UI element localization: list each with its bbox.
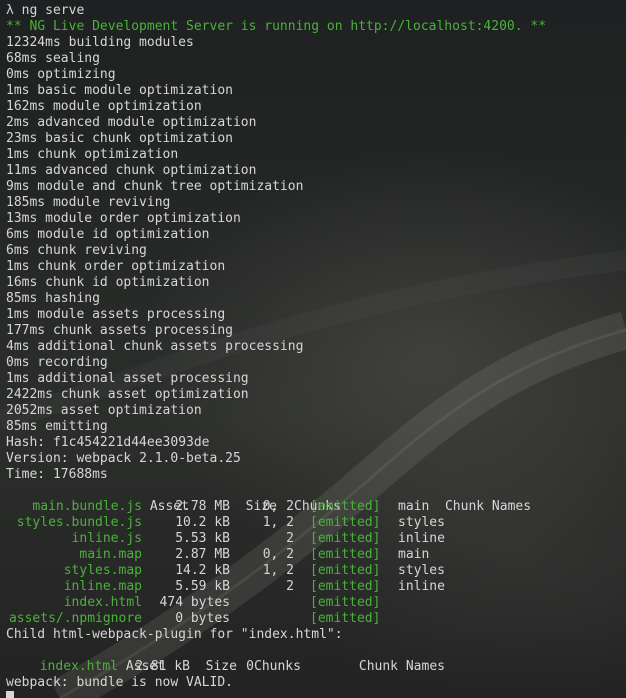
build-log-line: 185ms module reviving — [6, 195, 171, 210]
server-banner: ** NG Live Development Server is running… — [6, 19, 547, 34]
asset-name: assets/.npmignore — [8, 611, 142, 626]
asset-chunks: 2 — [286, 531, 294, 546]
emitted-status: [emitted] — [310, 515, 381, 530]
asset-name: inline.map — [63, 579, 142, 594]
build-log-line: 0ms recording — [6, 355, 108, 370]
input-line[interactable] — [6, 691, 626, 698]
build-log-line: 68ms sealing — [6, 51, 100, 66]
asset-size: 2.87 MB — [175, 547, 230, 562]
emitted-status: [emitted] — [310, 579, 381, 594]
build-log-line: 11ms advanced chunk optimization — [6, 163, 257, 178]
emitted-status: [emitted] — [310, 611, 381, 626]
asset-name: main.bundle.js — [32, 499, 142, 514]
build-log-line: 0ms optimizing — [6, 67, 116, 82]
asset-chunks: 2 — [286, 579, 294, 594]
text-cursor — [6, 691, 14, 698]
build-log-line: 162ms module optimization — [6, 99, 202, 114]
child-asset-table: index.html 2.81 kB 0 — [6, 659, 626, 675]
asset-chunks: 0, 2 — [262, 547, 294, 562]
asset-size: 10.2 kB — [175, 515, 230, 530]
emitted-status: [emitted] — [310, 547, 381, 562]
build-log-line: 177ms chunk assets processing — [6, 323, 233, 338]
asset-row: inline.map 5.59 kB 2 [emitted] inline — [6, 579, 626, 595]
build-log-line: 9ms module and chunk tree optimization — [6, 179, 304, 194]
asset-name: main.map — [79, 547, 142, 562]
asset-name: index.html — [39, 659, 118, 674]
emitted-status: [emitted] — [310, 499, 381, 514]
build-log-line: 1ms additional asset processing — [6, 371, 249, 386]
asset-chunks: 0, 2 — [262, 499, 294, 514]
command-line: λ ng serve — [6, 3, 626, 19]
terminal-output: λ ng serve ** NG Live Development Server… — [6, 3, 626, 698]
chunk-name: styles — [398, 563, 445, 578]
build-log-line: 23ms basic chunk optimization — [6, 131, 233, 146]
asset-row: styles.map 14.2 kB 1, 2 [emitted] styles — [6, 563, 626, 579]
child-table-header: Asset Size Chunks Chunk Names — [125, 659, 445, 674]
command-text: ng serve — [21, 3, 85, 18]
build-log-line: 1ms chunk optimization — [6, 147, 179, 162]
asset-row: styles.bundle.js 10.2 kB 1, 2 [emitted] styl… — [6, 515, 626, 531]
asset-size: 2.81 kB — [135, 659, 190, 674]
build-log-line: 2052ms asset optimization — [6, 403, 202, 418]
version-value: 2.1.0-beta.25 — [139, 451, 241, 466]
asset-row: main.bundle.js 2.78 MB 0, 2 [emitted] main — [6, 499, 626, 515]
build-log-line: 1ms basic module optimization — [6, 83, 233, 98]
asset-name: styles.map — [63, 563, 142, 578]
asset-size: 474 bytes — [159, 595, 230, 610]
hash-line: Hash: f1c454221d44ee3093de — [6, 435, 210, 450]
build-log-line: 1ms chunk order optimization — [6, 259, 226, 274]
chunk-name: main — [398, 547, 430, 562]
asset-size: 14.2 kB — [175, 563, 230, 578]
asset-size: 0 bytes — [175, 611, 230, 626]
chunk-name: inline — [398, 579, 445, 594]
build-log-line: 16ms chunk id optimization — [6, 275, 210, 290]
asset-chunks: 1, 2 — [262, 515, 294, 530]
build-log-line: 12324ms building modules — [6, 35, 194, 50]
final-status-line: webpack: bundle is now VALID. — [6, 675, 233, 690]
build-log-line: 2ms advanced module optimization — [6, 115, 257, 130]
build-log-line: 4ms additional chunk assets processing — [6, 339, 304, 354]
child-plugin-line: Child html-webpack-plugin for "index.htm… — [6, 627, 343, 642]
asset-size: 5.59 kB — [175, 579, 230, 594]
asset-name: index.html — [63, 595, 142, 610]
asset-size: 2.78 MB — [175, 499, 230, 514]
chunk-name: inline — [398, 531, 445, 546]
emitted-status: [emitted] — [310, 595, 381, 610]
asset-size: 5.53 kB — [175, 531, 230, 546]
chunk-name: main — [398, 499, 430, 514]
build-log-line: 85ms hashing — [6, 291, 100, 306]
terminal-window[interactable]: λ ng serve ** NG Live Development Server… — [0, 0, 626, 698]
build-log-line: 1ms module assets processing — [6, 307, 226, 322]
build-log-line: 85ms emitting — [6, 419, 108, 434]
build-log-line: 2422ms chunk asset optimization — [6, 387, 249, 402]
build-log: 12324ms building modules 68ms sealing 0ms … — [6, 35, 626, 435]
asset-table-header: Asset Size Chunks Chunk Names — [149, 499, 532, 514]
hash-value: f1c454221d44ee3093de — [52, 435, 210, 450]
chunk-name: styles — [398, 515, 445, 530]
asset-table: main.bundle.js 2.78 MB 0, 2 [emitted] main st… — [6, 499, 626, 627]
version-line: Version: webpack 2.1.0-beta.25 — [6, 451, 241, 466]
child-asset-row: index.html 2.81 kB 0 — [6, 659, 626, 675]
asset-name: styles.bundle.js — [16, 515, 142, 530]
asset-name: inline.js — [71, 531, 142, 546]
asset-row: main.map 2.87 MB 0, 2 [emitted] main — [6, 547, 626, 563]
asset-chunks: 1, 2 — [262, 563, 294, 578]
emitted-status: [emitted] — [310, 531, 381, 546]
asset-row: assets/.npmignore 0 bytes [emitted] — [6, 611, 626, 627]
asset-row: inline.js 5.53 kB 2 [emitted] inline — [6, 531, 626, 547]
emitted-status: [emitted] — [310, 563, 381, 578]
build-log-line: 6ms chunk reviving — [6, 243, 147, 258]
build-log-line: 13ms module order optimization — [6, 211, 241, 226]
build-log-line: 6ms module id optimization — [6, 227, 210, 242]
asset-row: index.html 474 bytes [emitted] — [6, 595, 626, 611]
time-line: Time: 17688ms — [6, 467, 108, 482]
asset-chunks: 0 — [246, 659, 254, 674]
prompt-symbol: λ — [6, 3, 14, 18]
time-value: 17688ms — [52, 467, 108, 482]
